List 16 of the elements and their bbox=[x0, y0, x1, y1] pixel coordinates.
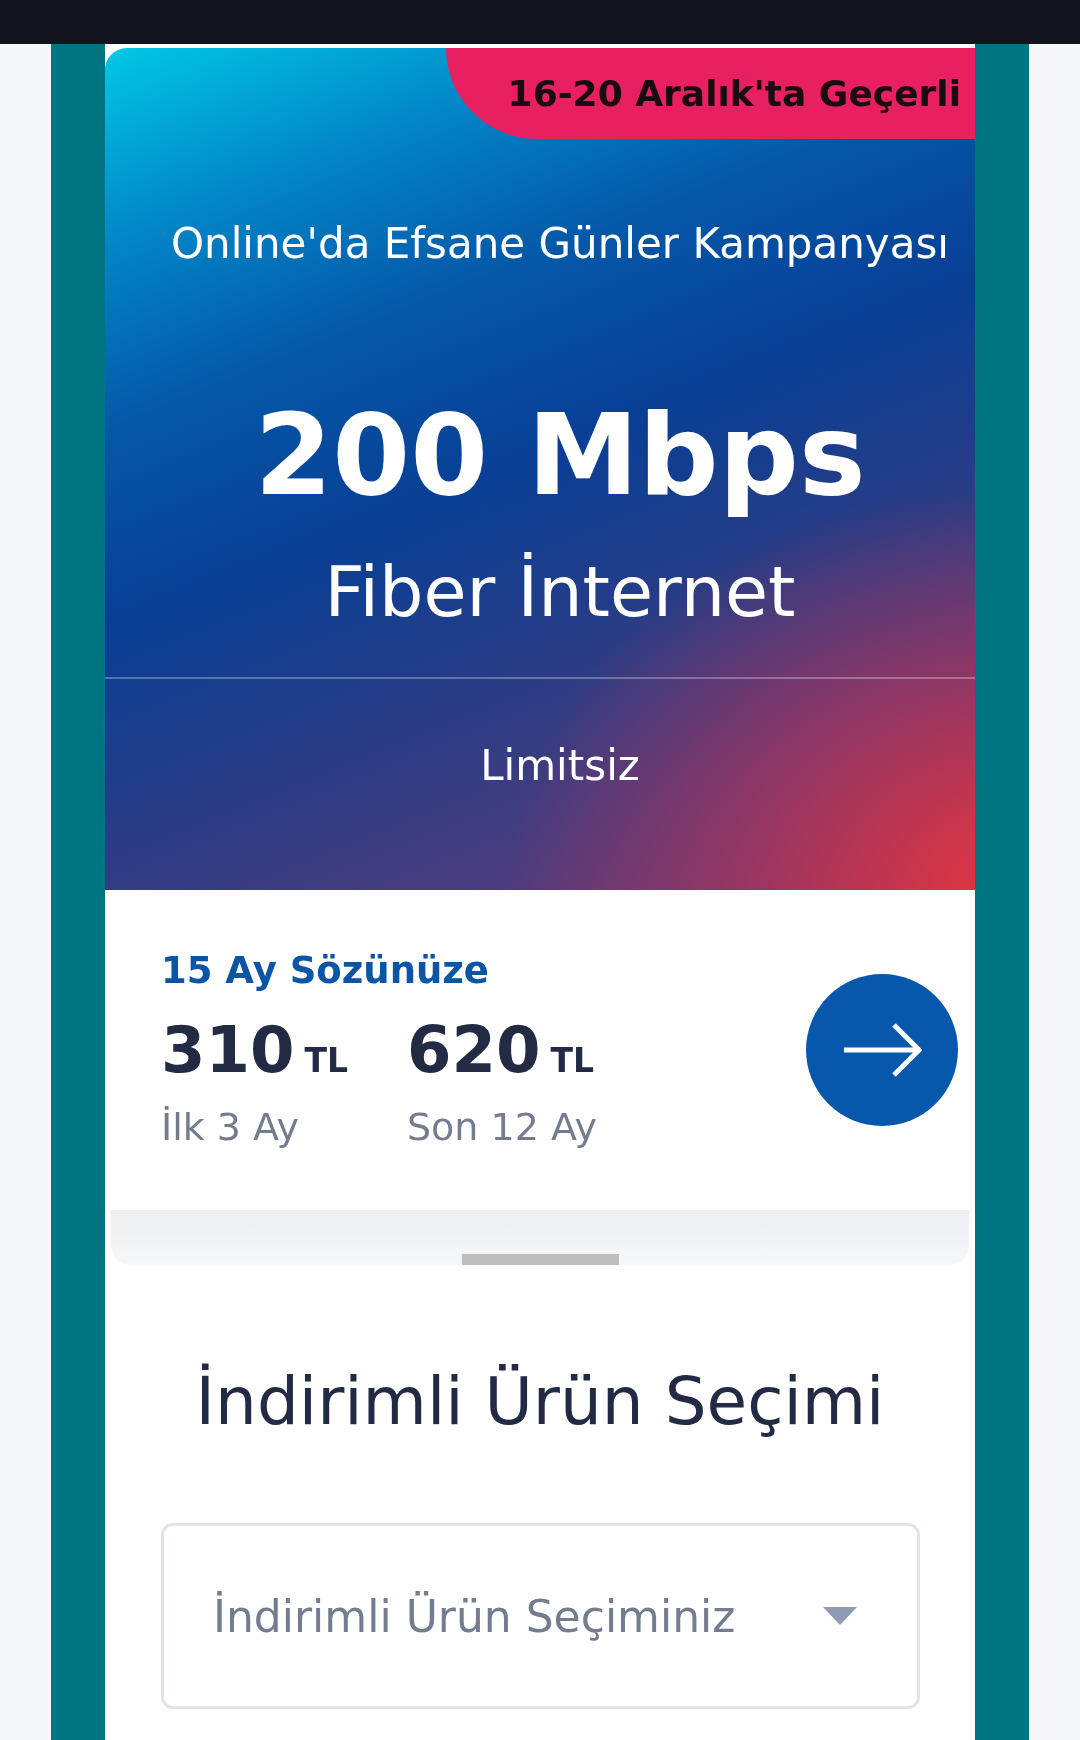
caret-down-icon bbox=[823, 1607, 857, 1625]
commitment-label: 15 Ay Sözünüze bbox=[161, 948, 490, 994]
quota-label: Limitsiz bbox=[479, 741, 641, 791]
price-amount: 310 bbox=[161, 1012, 295, 1088]
price-period: Son 12 Ay bbox=[407, 1104, 597, 1151]
product-name: Fiber İnternet bbox=[323, 550, 797, 635]
section-heading: İndirimli Ürün Seçimi bbox=[194, 1362, 886, 1442]
product-dropdown[interactable]: İndirimli Ürün Seçiminiz bbox=[161, 1523, 920, 1709]
price-currency: TL bbox=[304, 1041, 349, 1081]
arrow-right-icon bbox=[842, 1021, 922, 1078]
speed-label: 200 Mbps bbox=[253, 389, 867, 522]
validity-badge: 16-20 Aralık'ta Geçerli bbox=[445, 48, 975, 139]
price-currency: TL bbox=[550, 1041, 595, 1081]
price-period: İlk 3 Ay bbox=[161, 1104, 300, 1151]
campaign-title: Online'da Efsane Günler Kampanyası bbox=[169, 218, 950, 270]
price-amount: 620 bbox=[407, 1012, 541, 1088]
